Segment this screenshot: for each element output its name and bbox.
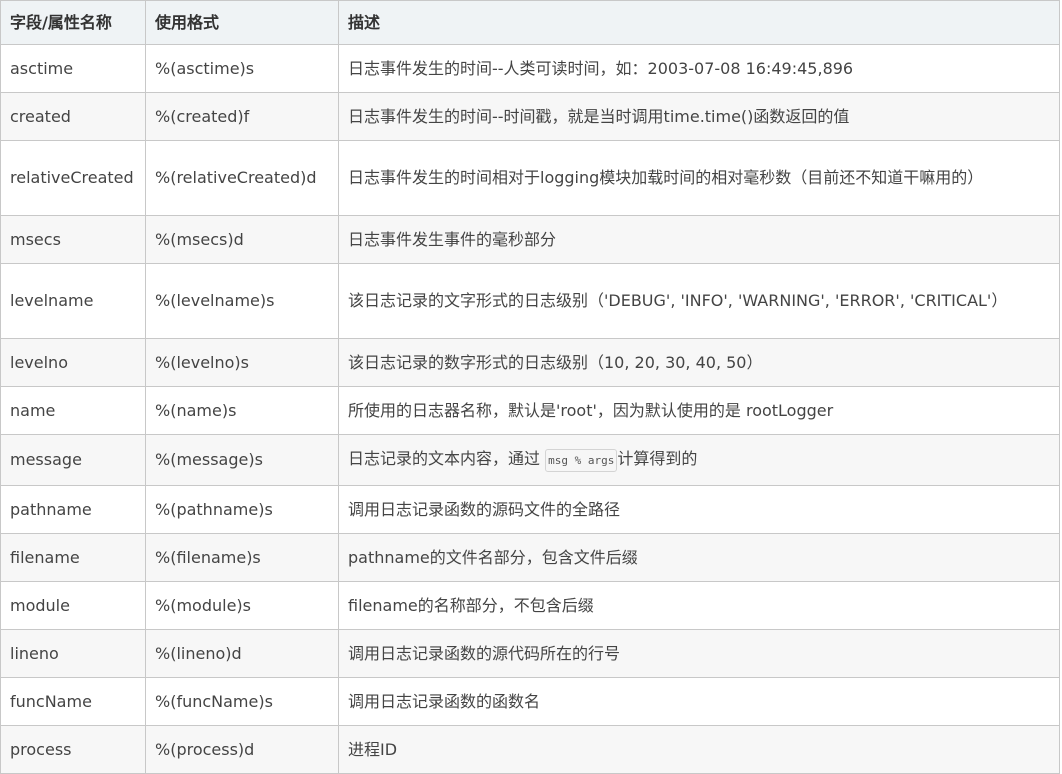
table-row: lineno %(lineno)d 调用日志记录函数的源代码所在的行号 [0, 629, 1060, 678]
cell-name: name [0, 386, 146, 435]
table-row: relativeCreated %(relativeCreated)d 日志事件… [0, 140, 1060, 216]
table-row: levelno %(levelno)s 该日志记录的数字形式的日志级别（10, … [0, 338, 1060, 387]
inline-code: msg % args [545, 449, 618, 472]
cell-description: 进程ID [338, 725, 1060, 774]
cell-description: 该日志记录的文字形式的日志级别（'DEBUG', 'INFO', 'WARNIN… [338, 263, 1060, 339]
cell-format: %(levelno)s [145, 338, 339, 387]
cell-format: %(filename)s [145, 533, 339, 582]
table-row: process %(process)d 进程ID [0, 725, 1060, 774]
cell-description: filename的名称部分，不包含后缀 [338, 581, 1060, 630]
cell-format: %(funcName)s [145, 677, 339, 726]
header-row: 字段/属性名称 使用格式 描述 [0, 0, 1060, 45]
cell-description: 日志事件发生的时间相对于logging模块加载时间的相对毫秒数（目前还不知道干嘛… [338, 140, 1060, 216]
table-row: funcName %(funcName)s 调用日志记录函数的函数名 [0, 677, 1060, 726]
table-body: asctime %(asctime)s 日志事件发生的时间--人类可读时间，如：… [0, 44, 1060, 774]
table-row: filename %(filename)s pathname的文件名部分，包含文… [0, 533, 1060, 582]
cell-name: msecs [0, 215, 146, 264]
cell-description: 该日志记录的数字形式的日志级别（10, 20, 30, 40, 50） [338, 338, 1060, 387]
description-text-after: 计算得到的 [617, 449, 698, 468]
cell-name: funcName [0, 677, 146, 726]
cell-description: 调用日志记录函数的源代码所在的行号 [338, 629, 1060, 678]
table-row: asctime %(asctime)s 日志事件发生的时间--人类可读时间，如：… [0, 44, 1060, 93]
table-row: levelname %(levelname)s 该日志记录的文字形式的日志级别（… [0, 263, 1060, 339]
cell-name: filename [0, 533, 146, 582]
cell-format: %(relativeCreated)d [145, 140, 339, 216]
table-row: name %(name)s 所使用的日志器名称，默认是'root'，因为默认使用… [0, 386, 1060, 435]
cell-description: pathname的文件名部分，包含文件后缀 [338, 533, 1060, 582]
cell-description: 日志事件发生事件的毫秒部分 [338, 215, 1060, 264]
table-row: message %(message)s 日志记录的文本内容，通过 msg % a… [0, 434, 1060, 486]
cell-format: %(message)s [145, 434, 339, 486]
header-format: 使用格式 [145, 0, 339, 45]
cell-name: asctime [0, 44, 146, 93]
cell-format: %(lineno)d [145, 629, 339, 678]
cell-name: created [0, 92, 146, 141]
cell-description: 日志事件发生的时间--时间戳，就是当时调用time.time()函数返回的值 [338, 92, 1060, 141]
cell-format: %(pathname)s [145, 485, 339, 534]
description-text-before: 日志记录的文本内容，通过 [348, 449, 546, 468]
cell-format: %(msecs)d [145, 215, 339, 264]
cell-name: relativeCreated [0, 140, 146, 216]
cell-name: message [0, 434, 146, 486]
table-row: msecs %(msecs)d 日志事件发生事件的毫秒部分 [0, 215, 1060, 264]
header-field-name: 字段/属性名称 [0, 0, 146, 45]
cell-description: 所使用的日志器名称，默认是'root'，因为默认使用的是 rootLogger [338, 386, 1060, 435]
cell-description: 日志记录的文本内容，通过 msg % args 计算得到的 [338, 434, 1060, 486]
cell-name: process [0, 725, 146, 774]
header-description: 描述 [338, 0, 1060, 45]
cell-name: module [0, 581, 146, 630]
cell-format: %(name)s [145, 386, 339, 435]
cell-format: %(created)f [145, 92, 339, 141]
cell-name: levelname [0, 263, 146, 339]
cell-description: 日志事件发生的时间--人类可读时间，如：2003-07-08 16:49:45,… [338, 44, 1060, 93]
logging-format-attributes-table: 字段/属性名称 使用格式 描述 asctime %(asctime)s 日志事件… [0, 0, 1060, 774]
cell-format: %(module)s [145, 581, 339, 630]
cell-description: 调用日志记录函数的源码文件的全路径 [338, 485, 1060, 534]
cell-description: 调用日志记录函数的函数名 [338, 677, 1060, 726]
table-row: module %(module)s filename的名称部分，不包含后缀 [0, 581, 1060, 630]
table-row: created %(created)f 日志事件发生的时间--时间戳，就是当时调… [0, 92, 1060, 141]
cell-name: levelno [0, 338, 146, 387]
cell-format: %(levelname)s [145, 263, 339, 339]
cell-format: %(process)d [145, 725, 339, 774]
table-header: 字段/属性名称 使用格式 描述 [0, 0, 1060, 45]
cell-name: pathname [0, 485, 146, 534]
cell-format: %(asctime)s [145, 44, 339, 93]
table-row: pathname %(pathname)s 调用日志记录函数的源码文件的全路径 [0, 485, 1060, 534]
cell-name: lineno [0, 629, 146, 678]
